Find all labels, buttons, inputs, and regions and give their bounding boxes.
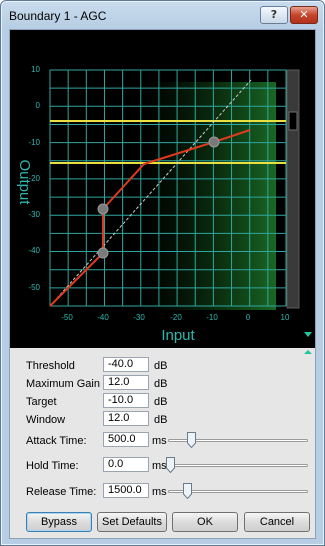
title-bar[interactable]: Boundary 1 - AGC ? ✕ <box>1 1 324 29</box>
target-unit: dB <box>154 396 168 408</box>
level-meter-indicator <box>288 111 298 131</box>
hold-time-unit: ms <box>152 460 167 472</box>
control-point-target[interactable] <box>208 136 220 148</box>
x-tick-label: -10 <box>206 313 218 322</box>
control-point-max-gain[interactable] <box>97 203 109 215</box>
hold-time-input[interactable]: 0.0 <box>103 457 149 472</box>
x-tick-label: -40 <box>97 313 109 322</box>
window-title: Boundary 1 - AGC <box>9 9 107 23</box>
attack-time-unit: ms <box>152 435 167 447</box>
x-tick-label: -30 <box>133 313 145 322</box>
attack-time-label: Attack Time: <box>26 435 87 447</box>
hold-time-label: Hold Time: <box>26 460 79 472</box>
expand-arrow-icon[interactable] <box>303 349 313 355</box>
x-tick-label: 0 <box>246 313 251 322</box>
set-defaults-button[interactable]: Set Defaults <box>97 512 167 532</box>
window-label: Window <box>26 414 66 426</box>
help-button[interactable]: ? <box>260 6 288 24</box>
control-point-threshold[interactable] <box>97 247 109 259</box>
y-tick-label: -40 <box>28 246 40 255</box>
release-time-input[interactable]: 1500.0 <box>103 483 149 498</box>
max-gain-unit: dB <box>154 378 168 390</box>
release-time-label: Release Time: <box>26 486 97 498</box>
y-tick-label: -10 <box>28 138 40 147</box>
dialog-content: 10 0 -10 -20 -30 -40 -50 -50 -40 -30 -20… <box>9 29 316 539</box>
threshold-label: Threshold <box>26 360 75 372</box>
release-time-unit: ms <box>152 486 167 498</box>
y-tick-label: -50 <box>28 283 40 292</box>
threshold-input[interactable]: -40.0 <box>103 357 149 372</box>
graph-svg: 10 0 -10 -20 -30 -40 -50 -50 -40 -30 -20… <box>16 65 312 344</box>
max-gain-label: Maximum Gain <box>26 378 100 390</box>
bypass-button[interactable]: Bypass <box>26 512 92 532</box>
attack-time-slider-thumb[interactable] <box>187 432 196 448</box>
close-button[interactable]: ✕ <box>290 6 318 24</box>
y-tick-label: 0 <box>36 101 41 110</box>
window-input[interactable]: 12.0 <box>103 411 149 426</box>
x-tick-label: -20 <box>170 313 182 322</box>
x-tick-labels: -50 -40 -30 -20 -10 0 10 <box>61 313 290 322</box>
agc-dialog: Boundary 1 - AGC ? ✕ 10 0 -10 -20 -30 -4… <box>0 0 325 546</box>
x-axis-title: Input <box>161 327 195 344</box>
x-tick-label: 10 <box>281 313 290 322</box>
green-glow <box>140 82 276 310</box>
threshold-unit: dB <box>154 360 168 372</box>
max-gain-input[interactable]: 12.0 <box>103 375 149 390</box>
ok-button[interactable]: OK <box>172 512 238 532</box>
target-input[interactable]: -10.0 <box>103 393 149 408</box>
y-axis-title: Output <box>16 159 33 205</box>
cancel-button[interactable]: Cancel <box>244 512 310 532</box>
level-meter <box>286 69 300 309</box>
window-unit: dB <box>154 414 168 426</box>
y-tick-label: 10 <box>31 65 40 74</box>
hold-time-slider-thumb[interactable] <box>166 457 175 473</box>
release-time-slider-thumb[interactable] <box>183 483 192 499</box>
hold-time-slider[interactable] <box>168 464 308 467</box>
agc-transfer-graph[interactable]: 10 0 -10 -20 -30 -40 -50 -50 -40 -30 -20… <box>10 30 315 348</box>
collapse-arrow-icon[interactable] <box>304 332 312 337</box>
y-tick-label: -30 <box>28 210 40 219</box>
attack-time-input[interactable]: 500.0 <box>103 432 149 447</box>
x-tick-label: -50 <box>61 313 73 322</box>
target-label: Target <box>26 396 57 408</box>
